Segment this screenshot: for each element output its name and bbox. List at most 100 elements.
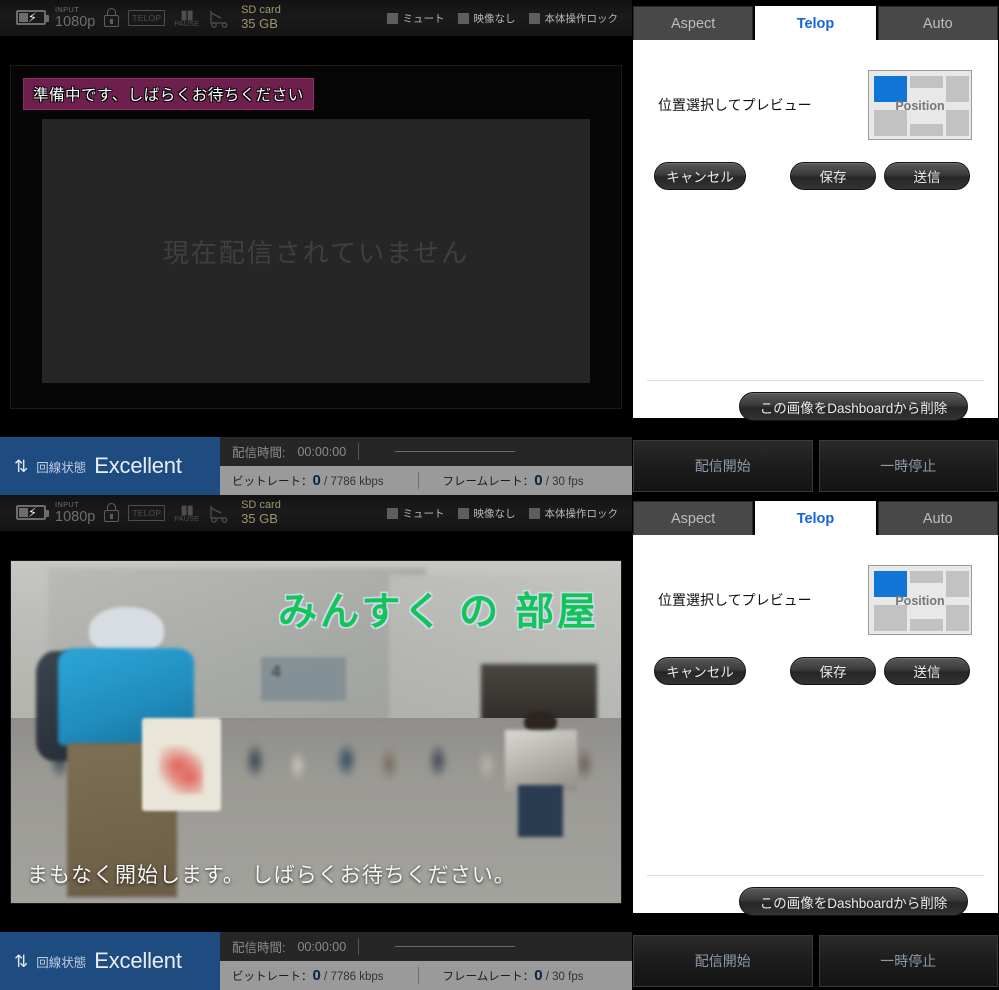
save-button[interactable]: 保存: [790, 657, 876, 685]
position-cell-top-right[interactable]: [946, 76, 969, 102]
telop-icon: TELOP: [128, 504, 166, 521]
input-resolution-indicator: INPUT 1080p: [55, 501, 95, 524]
start-stream-button[interactable]: 配信開始: [633, 935, 813, 987]
no-stream-text: 現在配信されていません: [162, 237, 470, 268]
checkbox-no-video[interactable]: 映像なし: [457, 506, 516, 521]
checkbox-box[interactable]: [457, 507, 469, 519]
tab-aspect[interactable]: Aspect: [633, 6, 754, 42]
device-toggles-bottom: ミュート 映像なし 本体操作ロック: [386, 506, 633, 521]
position-cell-bottom-left[interactable]: [874, 110, 907, 136]
checkbox-box[interactable]: [457, 12, 469, 24]
position-cell-top-left[interactable]: [874, 571, 907, 597]
checkbox-mute[interactable]: ミュート: [386, 11, 445, 26]
position-cell-top-center[interactable]: [910, 76, 943, 88]
telop-icon: TELOP: [128, 9, 166, 26]
framerate-separator: /: [545, 476, 549, 488]
progress-track[interactable]: [395, 451, 516, 452]
framerate-metric: フレームレート：0 / 30 fps: [443, 472, 584, 489]
bitrate-value: 0: [312, 967, 321, 984]
app-root: ⚡ INPUT 1080p TELOP ▮▮ PAUSE SD card 35 …: [0, 0, 999, 990]
live-telop-subtitle: まもなく開始します。 しばらくお待ちください。: [27, 864, 516, 887]
checkbox-box[interactable]: [386, 12, 398, 24]
input-value: 1080p: [55, 508, 96, 525]
divider: [417, 472, 419, 489]
telop-tab-pane-bottom: 位置選択してプレビュー Position キャンセル 保存 送信 この画像をDa…: [633, 535, 998, 916]
position-instruction-label: 位置選択してプレビュー: [658, 97, 812, 113]
checkbox-box[interactable]: [386, 507, 398, 519]
stream-panel-bottom: ⚡ INPUT 1080p TELOP ▮▮ PAUSE SD card 35 …: [0, 495, 999, 990]
delete-image-button[interactable]: この画像をDashboardから削除: [739, 392, 968, 421]
checkbox-box[interactable]: [528, 12, 540, 24]
position-cell-bottom-left[interactable]: [874, 605, 907, 631]
checkbox-no-video[interactable]: 映像なし: [457, 11, 516, 26]
checkbox-device-lock[interactable]: 本体操作ロック: [528, 11, 619, 26]
divider: [417, 967, 419, 984]
no-stream-placeholder: 現在配信されていません: [42, 119, 590, 383]
bitrate-value: 0: [312, 472, 321, 489]
position-cell-top-center[interactable]: [910, 571, 943, 583]
checkbox-label: 本体操作ロック: [544, 507, 619, 520]
line-state-box: ⇅ 回線状態 Excellent: [0, 932, 220, 990]
tab-bar-top: Aspect Telop Auto: [632, 6, 999, 42]
position-grid-widget[interactable]: Position: [868, 70, 972, 140]
line-state-label: 回線状態: [36, 460, 87, 475]
checkbox-label: 本体操作ロック: [544, 12, 619, 25]
pause-stream-button[interactable]: 一時停止: [818, 935, 998, 987]
position-cell-bottom-right[interactable]: [946, 110, 969, 136]
tab-auto[interactable]: Auto: [877, 501, 998, 537]
stream-action-row-top: 配信開始 一時停止: [633, 440, 998, 492]
cancel-button[interactable]: キャンセル: [654, 657, 746, 685]
video-preview-live[interactable]: 4 みんすく の 部屋 まもなく開始します。 しばらくお待ちください。: [10, 560, 622, 904]
position-grid-widget[interactable]: Position: [868, 565, 972, 635]
framerate-label: フレームレート：: [442, 476, 535, 488]
save-button[interactable]: 保存: [790, 162, 876, 190]
live-telop-title: みんすく の 部屋: [278, 591, 599, 634]
position-cell-top-left[interactable]: [874, 76, 907, 102]
tab-telop[interactable]: Telop: [755, 501, 876, 537]
pause-stream-button[interactable]: 一時停止: [818, 440, 998, 492]
bitrate-separator: /: [324, 476, 328, 488]
progress-track[interactable]: [395, 946, 516, 947]
framerate-separator: /: [545, 971, 549, 983]
preview-column-bottom: ⚡ INPUT 1080p TELOP ▮▮ PAUSE SD card 35 …: [0, 495, 632, 990]
sd-card-indicator: SD card 35 GB: [241, 499, 281, 527]
divider: [358, 443, 360, 460]
checkbox-mute[interactable]: ミュート: [386, 506, 445, 521]
pane-divider: [647, 875, 984, 876]
position-cell-bottom-right[interactable]: [946, 605, 969, 631]
cancel-button[interactable]: キャンセル: [654, 162, 746, 190]
telop-button-row: キャンセル 保存 送信: [633, 657, 998, 689]
stream-status-bar-bottom: ⇅ 回線状態 Excellent 配信時間: 00:00:00 ビットレート：0…: [0, 932, 632, 990]
send-button[interactable]: 送信: [884, 162, 970, 190]
sd-card-label: SD card: [241, 4, 281, 17]
send-button[interactable]: 送信: [884, 657, 970, 685]
tab-auto[interactable]: Auto: [877, 6, 998, 42]
framerate-value: 0: [534, 967, 543, 984]
tab-telop[interactable]: Telop: [755, 6, 876, 42]
checkbox-device-lock[interactable]: 本体操作ロック: [528, 506, 619, 521]
delete-image-button[interactable]: この画像をDashboardから削除: [739, 887, 968, 916]
telop-tab-pane-top: 位置選択してプレビュー Position キャンセル 保存 送信 この画像をDa…: [633, 40, 998, 421]
video-preview-idle[interactable]: 準備中です、しばらくお待ちください 現在配信されていません: [10, 65, 622, 409]
checkbox-box[interactable]: [528, 507, 540, 519]
device-status-bar-top: ⚡ INPUT 1080p TELOP ▮▮ PAUSE SD card 35 …: [0, 0, 632, 37]
position-cell-bottom-center[interactable]: [910, 124, 943, 136]
battery-bolt-icon: ⚡: [16, 505, 49, 521]
sd-card-value: 35 GB: [241, 510, 278, 526]
framerate-metric: フレームレート：0 / 30 fps: [443, 967, 584, 984]
stream-panel-top: ⚡ INPUT 1080p TELOP ▮▮ PAUSE SD card 35 …: [0, 0, 999, 495]
tab-aspect[interactable]: Aspect: [633, 501, 754, 537]
device-indicators-bottom: ⚡ INPUT 1080p TELOP ▮▮ PAUSE SD card 35 …: [0, 499, 281, 527]
bitrate-max: 7786 kbps: [330, 971, 384, 983]
lock-icon: [104, 8, 120, 28]
telop-button-row: キャンセル 保存 送信: [633, 162, 998, 194]
bitrate-max: 7786 kbps: [330, 476, 384, 488]
start-stream-button[interactable]: 配信開始: [633, 440, 813, 492]
up-down-arrows-icon: ⇅: [14, 456, 29, 476]
position-cell-bottom-center[interactable]: [910, 619, 943, 631]
telop-overlay-text: 準備中です、しばらくお待ちください: [23, 78, 314, 110]
position-cell-top-right[interactable]: [946, 571, 969, 597]
checkbox-label: 映像なし: [473, 12, 516, 25]
line-state-value: Excellent: [94, 453, 182, 478]
video-stage-bottom: 4 みんすく の 部屋 まもなく開始します。 しばらくお待ちください。: [0, 532, 632, 932]
